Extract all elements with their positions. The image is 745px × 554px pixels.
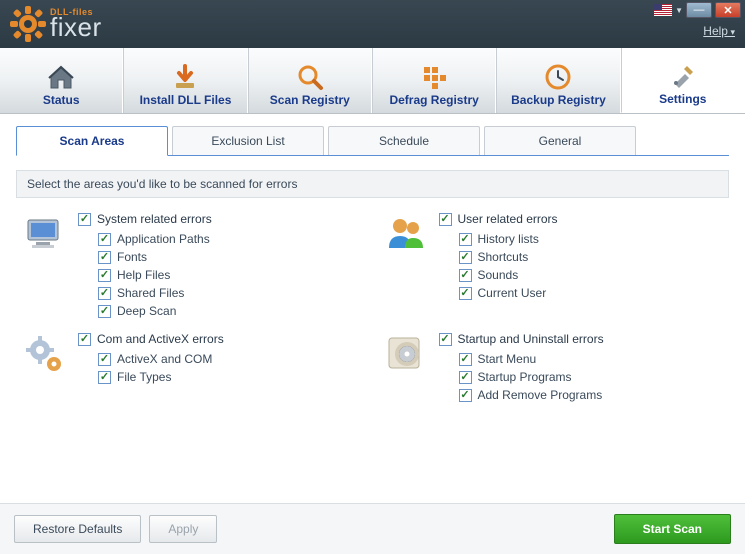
check-label: Sounds bbox=[478, 268, 519, 282]
area-startup: Startup and Uninstall errors Start Menu … bbox=[383, 332, 724, 406]
disc-icon bbox=[383, 332, 429, 378]
checkbox-fonts[interactable] bbox=[98, 251, 111, 264]
titlebar: DLL-files fixer ▼ — ✕ Help bbox=[0, 0, 745, 48]
area-title: User related errors bbox=[458, 212, 558, 226]
sub-tabs: Scan Areas Exclusion List Schedule Gener… bbox=[16, 126, 729, 156]
checkbox-startup-programs[interactable] bbox=[459, 371, 472, 384]
clock-icon bbox=[544, 63, 572, 91]
check-label: Shortcuts bbox=[478, 250, 529, 264]
area-user: User related errors History lists Shortc… bbox=[383, 212, 724, 322]
check-label: Deep Scan bbox=[117, 304, 176, 318]
area-com: Com and ActiveX errors ActiveX and COM F… bbox=[22, 332, 363, 406]
checkbox-activex[interactable] bbox=[98, 353, 111, 366]
checkbox-sounds[interactable] bbox=[459, 269, 472, 282]
area-system: System related errors Application Paths … bbox=[22, 212, 363, 322]
logo: DLL-files fixer bbox=[10, 6, 102, 42]
check-label: Add Remove Programs bbox=[478, 388, 603, 402]
scan-areas-grid: System related errors Application Paths … bbox=[16, 212, 729, 495]
subtab-scan-areas[interactable]: Scan Areas bbox=[16, 126, 168, 156]
magnifier-icon bbox=[296, 63, 324, 91]
subtab-schedule[interactable]: Schedule bbox=[328, 126, 480, 155]
check-label: Start Menu bbox=[478, 352, 537, 366]
tab-backup-registry[interactable]: Backup Registry bbox=[496, 48, 620, 113]
users-icon bbox=[383, 212, 429, 258]
checkbox-system[interactable] bbox=[78, 213, 91, 226]
subtab-exclusion-list[interactable]: Exclusion List bbox=[172, 126, 324, 155]
download-icon bbox=[171, 63, 199, 91]
tab-settings[interactable]: Settings bbox=[621, 48, 745, 113]
checkbox-app-paths[interactable] bbox=[98, 233, 111, 246]
minimize-button[interactable]: — bbox=[686, 2, 712, 18]
tools-icon bbox=[669, 62, 697, 90]
check-label: Shared Files bbox=[117, 286, 184, 300]
area-title: Com and ActiveX errors bbox=[97, 332, 224, 346]
checkbox-com[interactable] bbox=[78, 333, 91, 346]
checkbox-help-files[interactable] bbox=[98, 269, 111, 282]
checkbox-current-user[interactable] bbox=[459, 287, 472, 300]
check-label: File Types bbox=[117, 370, 171, 384]
area-title: System related errors bbox=[97, 212, 212, 226]
instruction-text: Select the areas you'd like to be scanne… bbox=[16, 170, 729, 198]
tab-status[interactable]: Status bbox=[0, 48, 123, 113]
checkbox-shortcuts[interactable] bbox=[459, 251, 472, 264]
home-icon bbox=[47, 63, 75, 91]
subtab-general[interactable]: General bbox=[484, 126, 636, 155]
checkbox-deep-scan[interactable] bbox=[98, 305, 111, 318]
check-label: History lists bbox=[478, 232, 539, 246]
tab-label: Status bbox=[43, 93, 80, 107]
tab-scan-registry[interactable]: Scan Registry bbox=[248, 48, 372, 113]
tab-label: Settings bbox=[659, 92, 706, 106]
check-label: Help Files bbox=[117, 268, 170, 282]
checkbox-add-remove[interactable] bbox=[459, 389, 472, 402]
start-scan-button[interactable]: Start Scan bbox=[614, 514, 731, 544]
gears-icon bbox=[22, 332, 68, 378]
checkbox-shared-files[interactable] bbox=[98, 287, 111, 300]
checkbox-file-types[interactable] bbox=[98, 371, 111, 384]
restore-defaults-button[interactable]: Restore Defaults bbox=[14, 515, 141, 543]
tab-label: Install DLL Files bbox=[140, 93, 232, 107]
checkbox-user[interactable] bbox=[439, 213, 452, 226]
content-area: Scan Areas Exclusion List Schedule Gener… bbox=[0, 114, 745, 503]
footer: Restore Defaults Apply Start Scan bbox=[0, 503, 745, 554]
checkbox-start-menu[interactable] bbox=[459, 353, 472, 366]
apply-button[interactable]: Apply bbox=[149, 515, 217, 543]
main-tabs: Status Install DLL Files Scan Registry D… bbox=[0, 48, 745, 114]
help-menu[interactable]: Help bbox=[703, 24, 735, 38]
check-label: Current User bbox=[478, 286, 547, 300]
check-label: Application Paths bbox=[117, 232, 210, 246]
tab-label: Defrag Registry bbox=[389, 93, 478, 107]
tab-label: Scan Registry bbox=[270, 93, 350, 107]
tab-install-dll[interactable]: Install DLL Files bbox=[123, 48, 247, 113]
flag-icon[interactable] bbox=[654, 4, 672, 16]
check-label: Fonts bbox=[117, 250, 147, 264]
tab-defrag-registry[interactable]: Defrag Registry bbox=[372, 48, 496, 113]
brand-large: fixer bbox=[50, 14, 102, 40]
app-window: DLL-files fixer ▼ — ✕ Help Status Instal… bbox=[0, 0, 745, 554]
chevron-down-icon[interactable]: ▼ bbox=[675, 6, 683, 15]
gear-logo-icon bbox=[10, 6, 46, 42]
check-label: Startup Programs bbox=[478, 370, 572, 384]
blocks-icon bbox=[420, 63, 448, 91]
area-title: Startup and Uninstall errors bbox=[458, 332, 604, 346]
close-button[interactable]: ✕ bbox=[715, 2, 741, 18]
check-label: ActiveX and COM bbox=[117, 352, 212, 366]
tab-label: Backup Registry bbox=[511, 93, 606, 107]
monitor-icon bbox=[22, 212, 68, 258]
checkbox-startup[interactable] bbox=[439, 333, 452, 346]
checkbox-history[interactable] bbox=[459, 233, 472, 246]
window-controls: ▼ — ✕ bbox=[654, 2, 741, 18]
